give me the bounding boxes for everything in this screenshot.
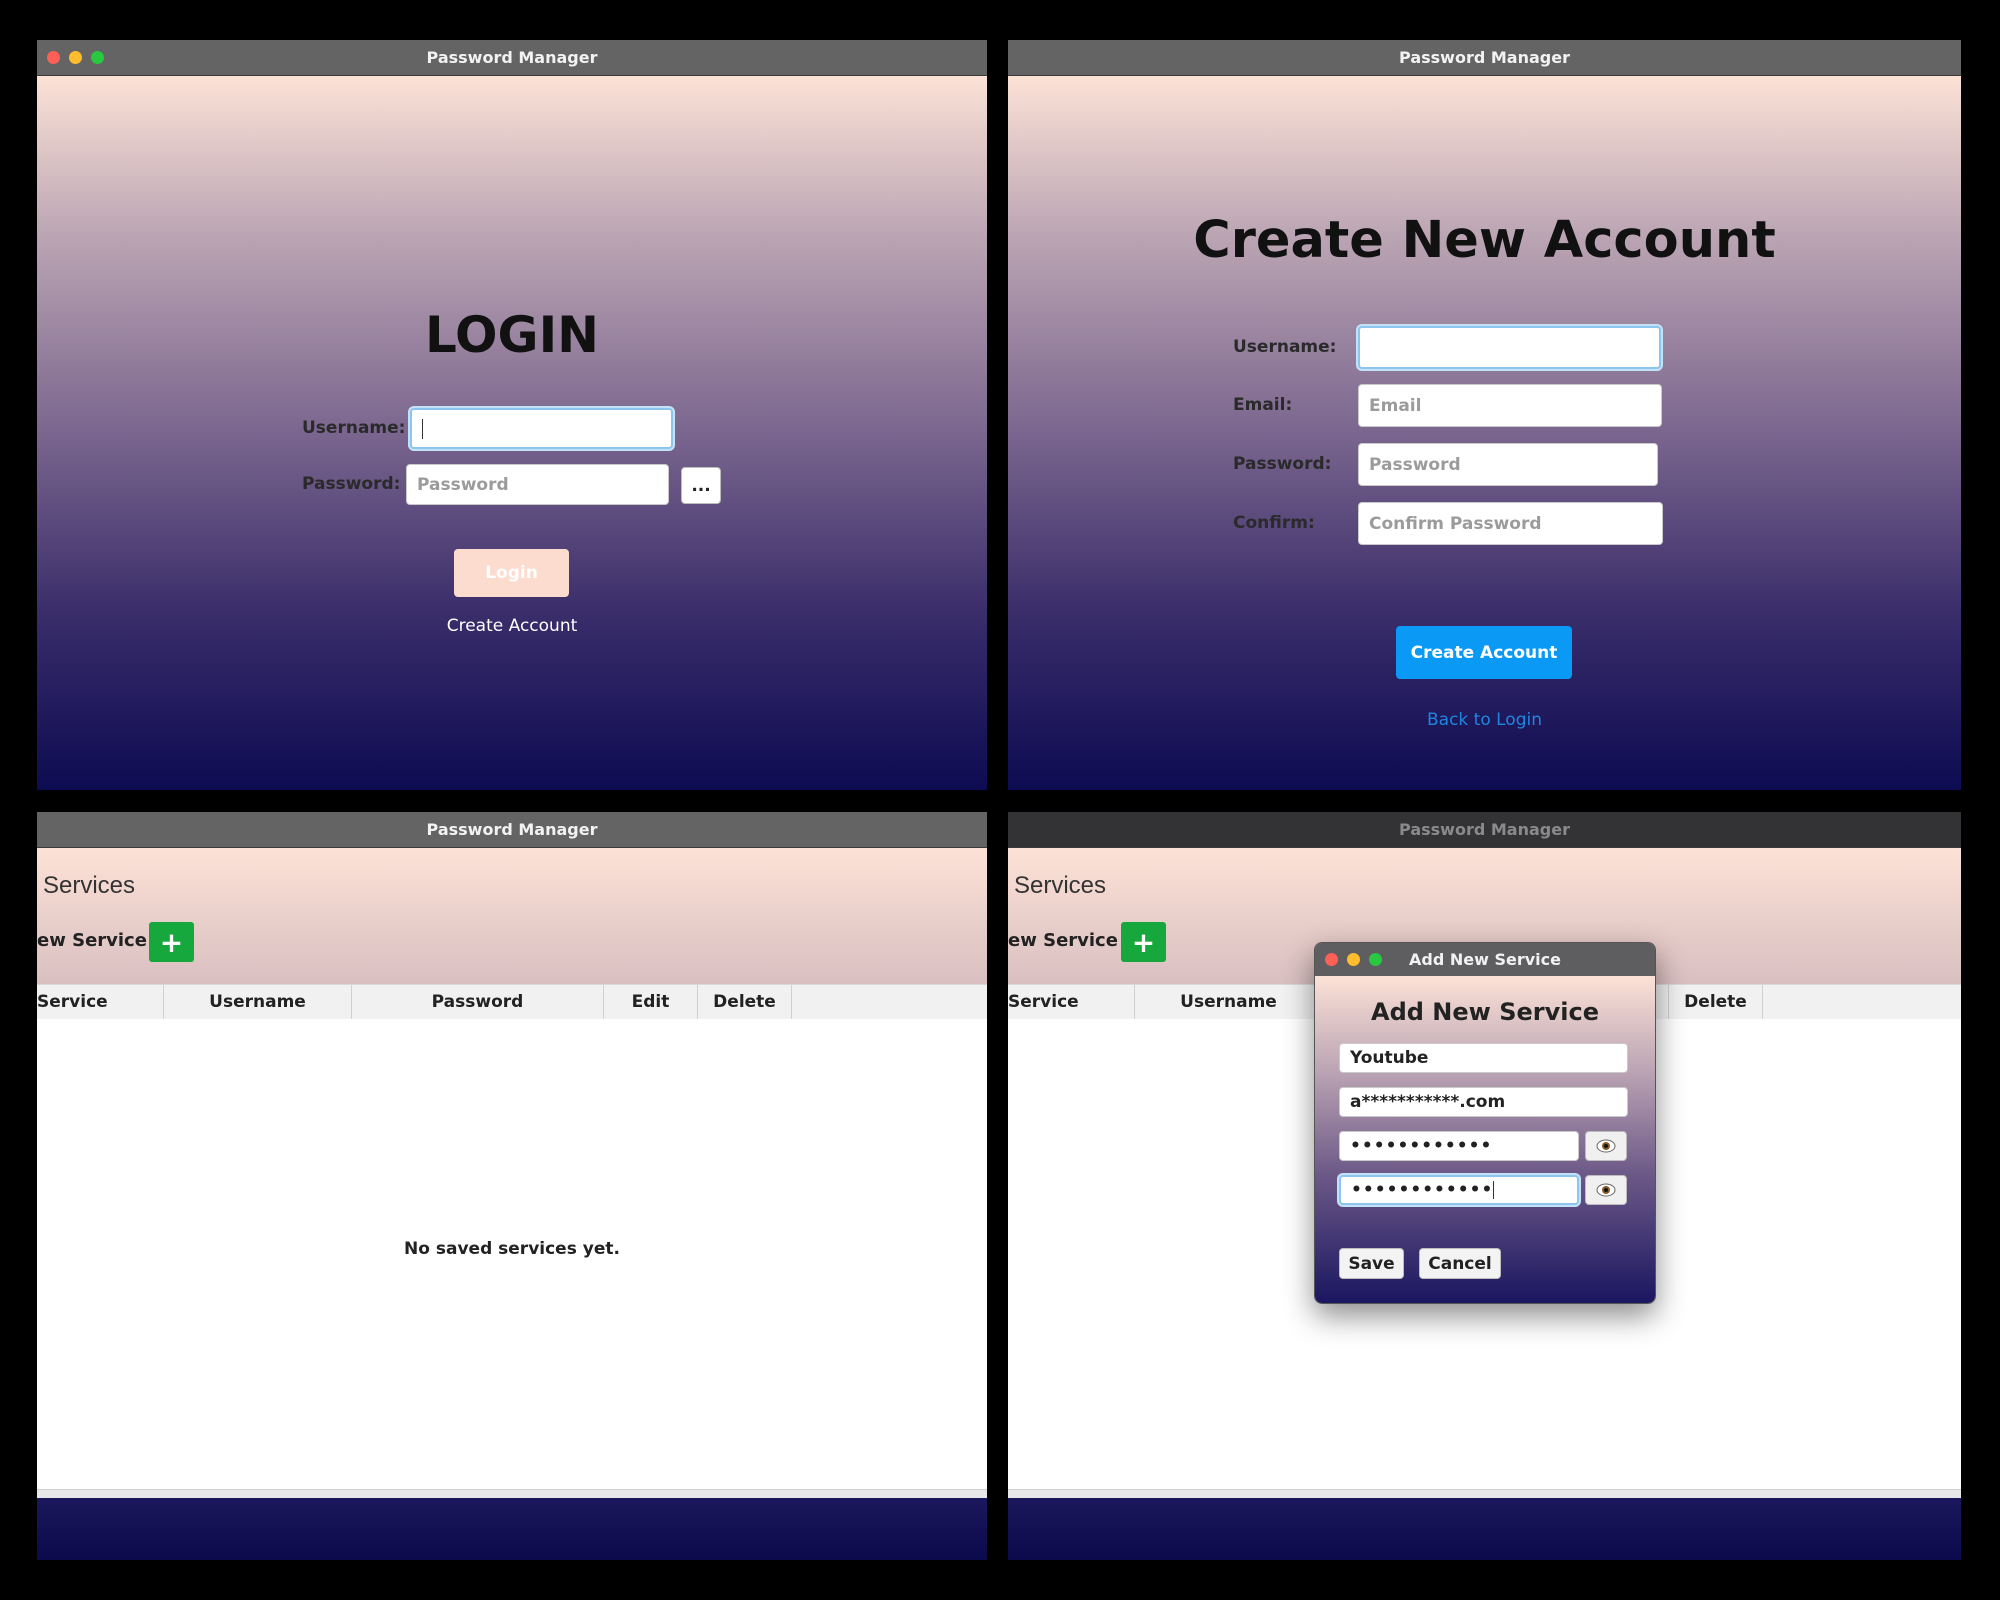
add-service-label: ew Service bbox=[37, 930, 147, 951]
confirm-password-input[interactable]: Confirm Password bbox=[1358, 502, 1663, 545]
login-button[interactable]: Login bbox=[454, 549, 569, 597]
column-service[interactable]: Service bbox=[1008, 985, 1135, 1019]
window-title: Password Manager bbox=[1399, 48, 1570, 67]
services-title: l Services bbox=[1008, 872, 1107, 899]
dialog-heading: Add New Service bbox=[1371, 998, 1599, 1026]
dialog-background: Add New Service Youtube a***********.com… bbox=[1315, 976, 1655, 1303]
title-bar: Password Manager bbox=[37, 812, 987, 848]
password-label: Password: bbox=[302, 474, 401, 494]
save-button[interactable]: Save bbox=[1339, 1248, 1404, 1279]
services-window: Password Manager l Services ew Service +… bbox=[37, 812, 987, 1560]
services-table-header: Service Username Password Edit Delete bbox=[37, 984, 987, 1020]
window-title: Password Manager bbox=[1399, 820, 1570, 839]
create-account-link[interactable]: Create Account bbox=[37, 616, 987, 636]
add-service-button[interactable]: + bbox=[149, 922, 194, 962]
window-title: Password Manager bbox=[426, 48, 598, 67]
add-service-button[interactable]: + bbox=[1121, 922, 1166, 962]
services-window-with-dialog: Password Manager l Services ew Service +… bbox=[1008, 812, 1961, 1560]
back-to-login-link[interactable]: Back to Login bbox=[1008, 710, 1961, 730]
password-input[interactable]: Password bbox=[406, 464, 669, 505]
email-input[interactable]: Email bbox=[1358, 384, 1662, 427]
create-account-button[interactable]: Create Account bbox=[1396, 626, 1572, 679]
column-delete[interactable]: Delete bbox=[698, 985, 792, 1019]
close-window-button[interactable] bbox=[47, 51, 60, 64]
eye-icon bbox=[1596, 1139, 1616, 1153]
service-confirm-password-input[interactable]: •••••••••••• bbox=[1339, 1175, 1579, 1205]
login-heading: LOGIN bbox=[424, 306, 600, 364]
service-password-input[interactable]: •••••••••••• bbox=[1339, 1131, 1579, 1161]
plus-icon: + bbox=[159, 925, 184, 959]
empty-state-message: No saved services yet. bbox=[404, 1239, 620, 1259]
cancel-button[interactable]: Cancel bbox=[1419, 1248, 1501, 1279]
text-caret bbox=[1493, 1181, 1495, 1199]
service-username-input[interactable]: a***********.com bbox=[1339, 1087, 1628, 1117]
services-title: l Services bbox=[37, 872, 136, 899]
service-name-input[interactable]: Youtube bbox=[1339, 1043, 1628, 1073]
minimize-dialog-button[interactable] bbox=[1347, 953, 1360, 966]
text-caret bbox=[422, 418, 423, 439]
close-dialog-button[interactable] bbox=[1325, 953, 1338, 966]
username-label: Username: bbox=[1233, 337, 1337, 357]
maximize-dialog-button[interactable] bbox=[1369, 953, 1382, 966]
password-label: Password: bbox=[1233, 454, 1332, 474]
username-label: Username: bbox=[302, 418, 406, 438]
toggle-confirm-visibility-button[interactable] bbox=[1585, 1175, 1627, 1205]
bottom-bar bbox=[1008, 1498, 1961, 1560]
username-input[interactable] bbox=[1358, 326, 1661, 369]
column-password[interactable]: Password bbox=[352, 985, 604, 1019]
column-username[interactable]: Username bbox=[164, 985, 352, 1019]
services-header: l Services ew Service + bbox=[37, 848, 987, 984]
dialog-window-controls bbox=[1325, 953, 1382, 966]
confirm-password-value: •••••••••••• bbox=[1351, 1180, 1494, 1200]
username-input[interactable] bbox=[410, 408, 673, 449]
column-service[interactable]: Service bbox=[37, 985, 164, 1019]
create-account-window: Password Manager Create New Account User… bbox=[1008, 40, 1961, 790]
email-label: Email: bbox=[1233, 395, 1293, 415]
title-bar: Password Manager bbox=[37, 40, 987, 76]
add-service-label: ew Service bbox=[1008, 930, 1118, 951]
services-table-body: No saved services yet. bbox=[37, 1019, 987, 1489]
bottom-bar bbox=[37, 1498, 987, 1560]
eye-icon bbox=[1596, 1183, 1616, 1197]
create-background: Create New Account Username: Email: Emai… bbox=[1008, 76, 1961, 790]
window-title: Password Manager bbox=[426, 820, 598, 839]
minimize-window-button[interactable] bbox=[69, 51, 82, 64]
plus-icon: + bbox=[1131, 925, 1156, 959]
password-input[interactable]: Password bbox=[1358, 443, 1658, 486]
login-window: Password Manager LOGIN Username: Passwor… bbox=[37, 40, 987, 790]
toggle-password-visibility-button[interactable] bbox=[1585, 1131, 1627, 1161]
column-username[interactable]: Username bbox=[1135, 985, 1323, 1019]
column-delete[interactable]: Delete bbox=[1669, 985, 1763, 1019]
column-edit[interactable]: Edit bbox=[604, 985, 698, 1019]
reveal-password-button[interactable]: ... bbox=[681, 467, 721, 504]
create-heading: Create New Account bbox=[1193, 211, 1776, 270]
confirm-label: Confirm: bbox=[1233, 513, 1315, 533]
title-bar: Password Manager bbox=[1008, 40, 1961, 76]
window-controls bbox=[47, 51, 104, 64]
add-service-dialog: Add New Service Add New Service Youtube … bbox=[1314, 942, 1656, 1304]
title-bar: Password Manager bbox=[1008, 812, 1961, 848]
dialog-title-bar: Add New Service bbox=[1315, 943, 1655, 976]
login-background: LOGIN Username: Password: Password ... L… bbox=[37, 76, 987, 790]
dialog-window-title: Add New Service bbox=[1409, 950, 1561, 969]
maximize-window-button[interactable] bbox=[91, 51, 104, 64]
